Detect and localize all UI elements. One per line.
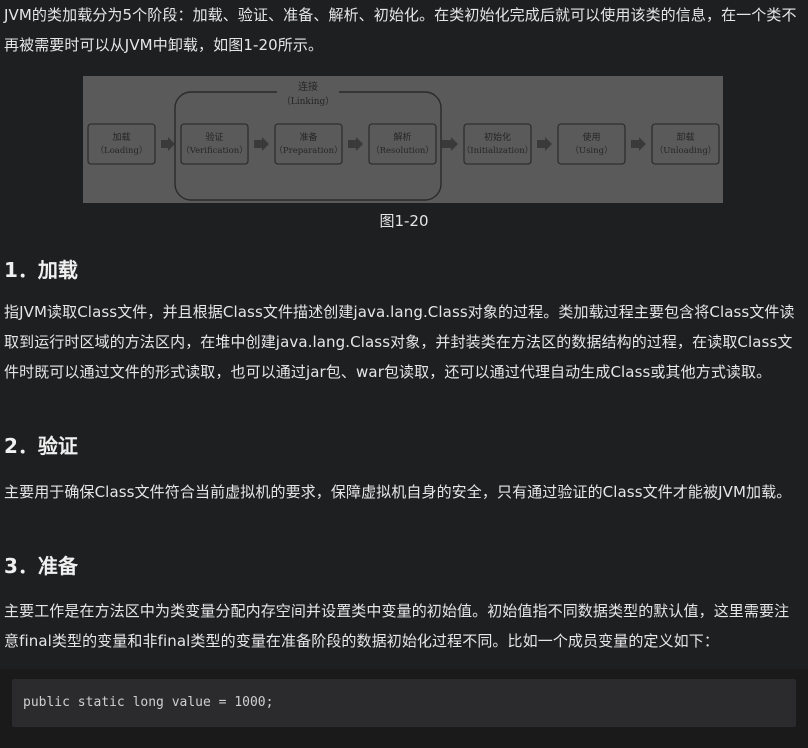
arrow-icon	[348, 137, 363, 151]
stage-label-zh: 卸载	[676, 131, 694, 143]
figure-caption: 图1-20	[379, 212, 429, 230]
stage-0: 加载 （Loading）	[87, 123, 156, 165]
arrow-icon	[631, 137, 646, 151]
section-body-loading: 指JVM读取Class文件，并且根据Class文件描述创建java.lang.C…	[4, 303, 795, 381]
stage-box	[651, 123, 720, 165]
section-body-preparation: 主要工作是在方法区中为类变量分配内存空间并设置类中变量的初始值。初始值指不同数据…	[4, 602, 790, 650]
stage-box	[557, 123, 626, 165]
stage-label-zh: 加载	[112, 131, 130, 143]
stage-6: 卸载 （Unloading）	[651, 123, 720, 165]
arrow-icon	[161, 137, 175, 151]
stage-label-en: （Preparation）	[274, 145, 342, 156]
stage-box	[274, 123, 343, 165]
article: JVM的类加载分为5个阶段：加载、验证、准备、解析、初始化。在类初始化完成后就可…	[0, 0, 808, 748]
stage-label-zh: 初始化	[484, 131, 511, 143]
section-body-verification: 主要用于确保Class文件符合当前虚拟机的要求，保障虚拟机自身的安全，只有通过验…	[4, 483, 792, 501]
stage-label-zh: 使用	[582, 131, 600, 143]
stage-label-en: （Loading）	[96, 145, 148, 156]
stages: 加载 （Loading） 验证 （Verification） 准备 （Preparatio…	[87, 123, 720, 165]
stage-label-en: （Verification）	[181, 145, 247, 156]
section-heading-preparation: 3．准备	[4, 554, 78, 578]
stage-box	[87, 123, 156, 165]
stage-4: 初始化 （Initialization）	[462, 123, 533, 165]
class-loading-diagram: 连接 （Linking） 加载 （Loading） 验证 （Verification）…	[87, 80, 720, 201]
stage-box	[463, 123, 532, 165]
stage-box	[368, 123, 437, 165]
stage-5: 使用 （Using）	[557, 123, 626, 165]
stage-3: 解析 （Resolution）	[368, 123, 437, 165]
stage-label-en: （Resolution）	[371, 145, 434, 156]
stage-label-en: （Unloading）	[655, 145, 717, 156]
intro-paragraph: JVM的类加载分为5个阶段：加载、验证、准备、解析、初始化。在类初始化完成后就可…	[4, 6, 797, 54]
code-block: public static long value = 1000;	[0, 669, 808, 748]
stage-label-zh: 验证	[205, 131, 223, 143]
class-loading-figure: 连接 （Linking） 加载 （Loading） 验证 （Verification）…	[83, 76, 723, 203]
stage-box	[180, 123, 249, 165]
stage-1: 验证 （Verification）	[180, 123, 249, 165]
section-heading-loading: 1．加载	[4, 258, 78, 282]
arrow-icon	[537, 137, 552, 151]
section-heading-verification: 2．验证	[4, 434, 78, 458]
stage-label-en: （Using）	[570, 145, 612, 156]
stage-2: 准备 （Preparation）	[274, 123, 343, 165]
stage-label-en: （Initialization）	[462, 145, 533, 156]
stage-label-zh: 解析	[393, 131, 411, 143]
stage-label-zh: 准备	[299, 131, 317, 143]
arrow-icon	[254, 137, 269, 151]
linking-label: 连接	[298, 80, 318, 93]
code-line[interactable]: public static long value = 1000;	[12, 679, 796, 727]
linking-label-en: （Linking）	[282, 96, 335, 107]
arrow-icon	[442, 137, 458, 151]
